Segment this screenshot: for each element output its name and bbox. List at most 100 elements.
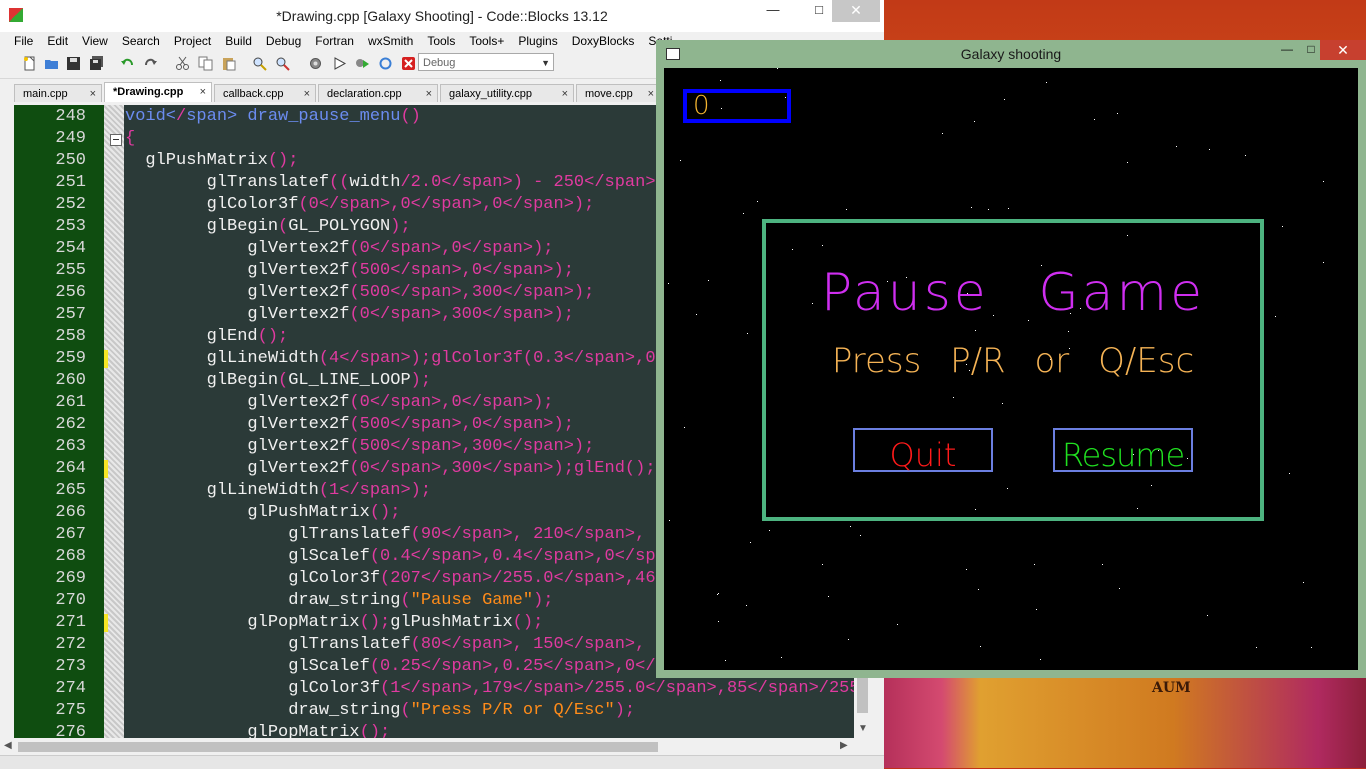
star xyxy=(966,569,967,570)
code-line[interactable]: void</span> draw_pause_menu() xyxy=(125,106,421,128)
scroll-left-icon[interactable]: ◀ xyxy=(4,740,12,751)
menu-item-edit[interactable]: Edit xyxy=(40,32,75,50)
close-button[interactable]: ✕ xyxy=(832,0,880,22)
code-line[interactable]: glVertex2f(500</span>,300</span>); xyxy=(125,282,594,304)
menu-item-wxsmith[interactable]: wxSmith xyxy=(361,32,420,50)
code-line[interactable]: glPopMatrix(); xyxy=(125,722,390,738)
copy-icon[interactable] xyxy=(198,56,213,71)
star xyxy=(1004,99,1005,100)
paste-icon[interactable] xyxy=(221,56,236,71)
open-folder-icon[interactable] xyxy=(44,56,59,71)
game-minimize-button[interactable]: — xyxy=(1274,40,1300,58)
horizontal-scrollbar[interactable]: ◀ ▶ xyxy=(0,738,854,755)
code-line[interactable]: glPushMatrix(); xyxy=(125,150,298,172)
fold-toggle-icon[interactable] xyxy=(110,134,122,146)
build-gear-icon[interactable] xyxy=(308,56,323,71)
line-number: 271 xyxy=(55,613,86,632)
code-line[interactable]: glBegin(GL_LINE_LOOP); xyxy=(125,370,431,392)
menu-item-tools[interactable]: Tools xyxy=(420,32,462,50)
tab-label: callback.cpp xyxy=(223,88,284,100)
code-line[interactable]: glVertex2f(0</span>,300</span>);glEnd(); xyxy=(125,458,655,480)
tab-close-icon[interactable]: × xyxy=(562,85,568,103)
menu-item-plugins[interactable]: Plugins xyxy=(511,32,564,50)
menu-item-search[interactable]: Search xyxy=(115,32,167,50)
save-all-icon[interactable] xyxy=(89,56,104,71)
tab-move-cpp[interactable]: move.cpp × xyxy=(576,84,660,102)
redo-icon[interactable] xyxy=(143,56,158,71)
abort-icon[interactable] xyxy=(401,56,416,71)
minimize-button[interactable]: — xyxy=(757,0,789,22)
tab-close-icon[interactable]: × xyxy=(200,83,206,101)
code-line[interactable]: { xyxy=(125,128,135,150)
tab-close-icon[interactable]: × xyxy=(304,85,310,103)
game-canvas[interactable]: 0 Pause Game Press P/R or Q/Esc Quit Res… xyxy=(664,68,1358,670)
tab-galaxy-utility-cpp[interactable]: galaxy_utility.cpp × xyxy=(440,84,574,102)
tab-drawing-cpp[interactable]: *Drawing.cpp × xyxy=(104,82,212,102)
star xyxy=(1119,588,1120,589)
code-line[interactable]: glVertex2f(0</span>,0</span>); xyxy=(125,238,553,260)
code-line[interactable]: glColor3f(0</span>,0</span>,0</span>); xyxy=(125,194,595,216)
code-line[interactable]: glVertex2f(500</span>,0</span>); xyxy=(125,260,574,282)
code-line[interactable]: draw_string("Pause Game"); xyxy=(125,590,553,612)
rebuild-icon[interactable] xyxy=(378,56,393,71)
star xyxy=(988,209,989,210)
build-and-run-icon[interactable] xyxy=(355,56,370,71)
game-close-button[interactable]: ✕ xyxy=(1320,40,1366,60)
menu-item-file[interactable]: File xyxy=(0,32,40,50)
codeblocks-titlebar[interactable]: *Drawing.cpp [Galaxy Shooting] - Code::B… xyxy=(0,0,884,32)
tab-declaration-cpp[interactable]: declaration.cpp × xyxy=(318,84,438,102)
star xyxy=(743,213,744,214)
resume-button[interactable]: Resume xyxy=(1053,428,1193,474)
code-line[interactable]: glScalef(0.25</span>,0.25</span>,0</span… xyxy=(125,656,727,678)
code-line[interactable]: glPushMatrix(); xyxy=(125,502,400,524)
code-line[interactable]: glColor3f(1</span>,179</span>/255.0</spa… xyxy=(125,678,854,700)
horizontal-scroll-thumb[interactable] xyxy=(18,742,658,752)
tab-close-icon[interactable]: × xyxy=(90,85,96,103)
quit-button[interactable]: Quit xyxy=(853,428,993,474)
tab-callback-cpp[interactable]: callback.cpp × xyxy=(214,84,316,102)
star xyxy=(747,333,748,334)
code-line[interactable]: glVertex2f(500</span>,0</span>); xyxy=(125,414,574,436)
star xyxy=(725,660,726,661)
code-line[interactable]: glVertex2f(0</span>,0</span>); xyxy=(125,392,553,414)
code-line[interactable]: draw_string("Press P/R or Q/Esc"); xyxy=(125,700,635,722)
menu-item-doxyblocks[interactable]: DoxyBlocks xyxy=(565,32,642,50)
find-icon[interactable] xyxy=(252,56,267,71)
scroll-down-icon[interactable]: ▼ xyxy=(858,723,868,734)
changed-line-marker xyxy=(104,614,108,632)
line-number: 256 xyxy=(55,283,86,302)
star xyxy=(680,160,681,161)
tab-main-cpp[interactable]: main.cpp × xyxy=(14,84,102,102)
maximize-button[interactable]: □ xyxy=(803,0,835,22)
menu-item-view[interactable]: View xyxy=(75,32,115,50)
code-line[interactable]: glVertex2f(0</span>,300</span>); xyxy=(125,304,574,326)
menu-item-tools-[interactable]: Tools+ xyxy=(462,32,511,50)
undo-icon[interactable] xyxy=(120,56,135,71)
star xyxy=(718,593,719,594)
code-line[interactable]: glScalef(0.4</span>,0.4</span>,0</span>)… xyxy=(125,546,706,568)
menu-item-fortran[interactable]: Fortran xyxy=(308,32,361,50)
changed-line-marker xyxy=(104,460,108,478)
build-target-select[interactable]: Debug ▼ xyxy=(418,53,554,71)
menu-item-build[interactable]: Build xyxy=(218,32,259,50)
tab-close-icon[interactable]: × xyxy=(426,85,432,103)
scroll-right-icon[interactable]: ▶ xyxy=(840,740,848,751)
menu-item-debug[interactable]: Debug xyxy=(259,32,308,50)
star xyxy=(1323,181,1324,182)
run-icon[interactable] xyxy=(332,56,347,71)
star xyxy=(720,80,721,81)
new-file-icon[interactable] xyxy=(22,56,37,71)
code-line[interactable]: glLineWidth(1</span>); xyxy=(125,480,431,502)
cut-icon[interactable] xyxy=(175,56,190,71)
build-target-value: Debug xyxy=(423,57,456,69)
game-titlebar[interactable]: Galaxy shooting — □ ✕ xyxy=(656,40,1366,68)
status-bar xyxy=(0,755,884,769)
save-icon[interactable] xyxy=(66,56,81,71)
menu-item-project[interactable]: Project xyxy=(167,32,218,50)
code-line[interactable]: glVertex2f(500</span>,300</span>); xyxy=(125,436,594,458)
replace-icon[interactable] xyxy=(275,56,290,71)
code-line[interactable]: glEnd(); xyxy=(125,326,289,348)
tab-close-icon[interactable]: × xyxy=(648,85,654,103)
code-line[interactable]: glBegin(GL_POLYGON); xyxy=(125,216,411,238)
code-line[interactable]: glPopMatrix();glPushMatrix(); xyxy=(125,612,543,634)
